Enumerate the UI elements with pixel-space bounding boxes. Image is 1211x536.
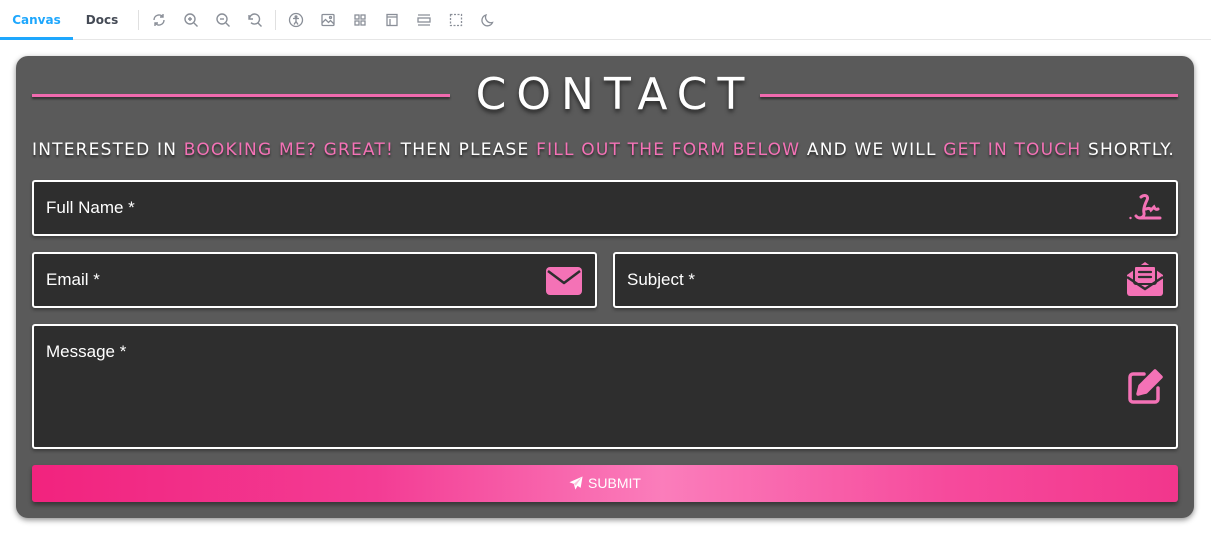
viewport-icon[interactable] xyxy=(384,12,400,28)
zoom-out-icon[interactable] xyxy=(215,12,231,28)
submit-label: SUBMIT xyxy=(588,475,641,491)
toolbar-divider xyxy=(138,10,139,30)
contact-intro-text: INTERESTED IN BOOKING ME? GREAT! THEN PL… xyxy=(32,140,1176,160)
subject-field[interactable]: Subject * xyxy=(613,252,1178,308)
envelope-icon xyxy=(545,262,583,300)
signature-icon xyxy=(1126,188,1164,226)
message-label: Message * xyxy=(46,342,127,361)
email-field[interactable]: Email * xyxy=(32,252,597,308)
email-label: Email * xyxy=(46,270,100,289)
submit-button[interactable]: SUBMIT xyxy=(32,465,1178,502)
tab-canvas[interactable]: Canvas xyxy=(0,0,73,40)
outline-icon[interactable] xyxy=(448,12,464,28)
envelope-open-text-icon xyxy=(1126,260,1164,298)
grid-icon[interactable] xyxy=(352,12,368,28)
reload-icon[interactable] xyxy=(151,12,167,28)
contact-title: CONTACT xyxy=(475,69,755,120)
intro-highlight: FILL OUT THE FORM BELOW xyxy=(536,140,801,160)
contact-card: CONTACT INTERESTED IN BOOKING ME? GREAT!… xyxy=(16,56,1194,518)
storybook-toolbar: Canvas Docs xyxy=(0,0,1211,40)
toolbar-divider xyxy=(275,10,276,30)
paper-plane-icon xyxy=(569,476,583,490)
reset-zoom-icon[interactable] xyxy=(247,12,263,28)
zoom-in-icon[interactable] xyxy=(183,12,199,28)
title-divider-left xyxy=(32,94,450,97)
measure-icon[interactable] xyxy=(416,12,432,28)
intro-highlight: GET IN TOUCH xyxy=(943,140,1082,160)
dark-mode-icon[interactable] xyxy=(480,12,496,28)
message-field[interactable]: Message * xyxy=(32,324,1178,449)
background-icon[interactable] xyxy=(320,12,336,28)
accessibility-icon[interactable] xyxy=(288,12,304,28)
full-name-field[interactable]: Full Name * xyxy=(32,180,1178,236)
subject-label: Subject * xyxy=(627,270,696,289)
title-divider-right xyxy=(760,94,1178,97)
tab-docs[interactable]: Docs xyxy=(73,0,131,40)
full-name-label: Full Name * xyxy=(46,198,135,217)
edit-icon xyxy=(1126,368,1164,406)
intro-highlight: BOOKING ME? GREAT! xyxy=(183,140,395,160)
